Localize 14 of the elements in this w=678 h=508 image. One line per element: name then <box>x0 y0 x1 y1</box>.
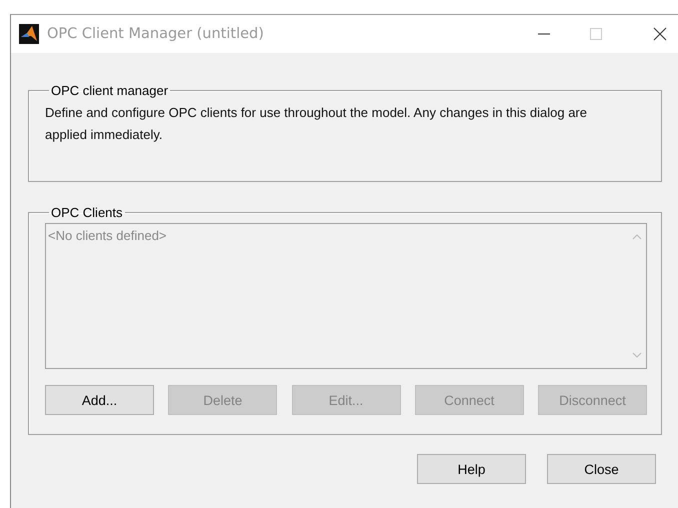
clients-list[interactable]: <No clients defined> <box>45 223 647 369</box>
scroll-down-icon[interactable] <box>632 352 642 358</box>
close-icon[interactable] <box>653 27 667 41</box>
group-title: OPC Clients <box>50 205 124 220</box>
list-placeholder: <No clients defined> <box>47 227 168 245</box>
window-title: OPC Client Manager (untitled) <box>47 26 264 42</box>
action-button[interactable]: Add... <box>45 385 154 415</box>
dialog-button[interactable]: Help <box>417 454 526 484</box>
scroll-up-icon[interactable] <box>632 234 642 240</box>
maximize-icon[interactable] <box>589 27 603 41</box>
app-logo-icon <box>19 24 39 44</box>
dialog-button[interactable]: Close <box>547 454 656 484</box>
description-text: Define and configure OPC clients for use throughout the model. Any changes in this dialog are applied immediately. <box>45 104 588 144</box>
group-title: OPC client manager <box>50 83 170 98</box>
